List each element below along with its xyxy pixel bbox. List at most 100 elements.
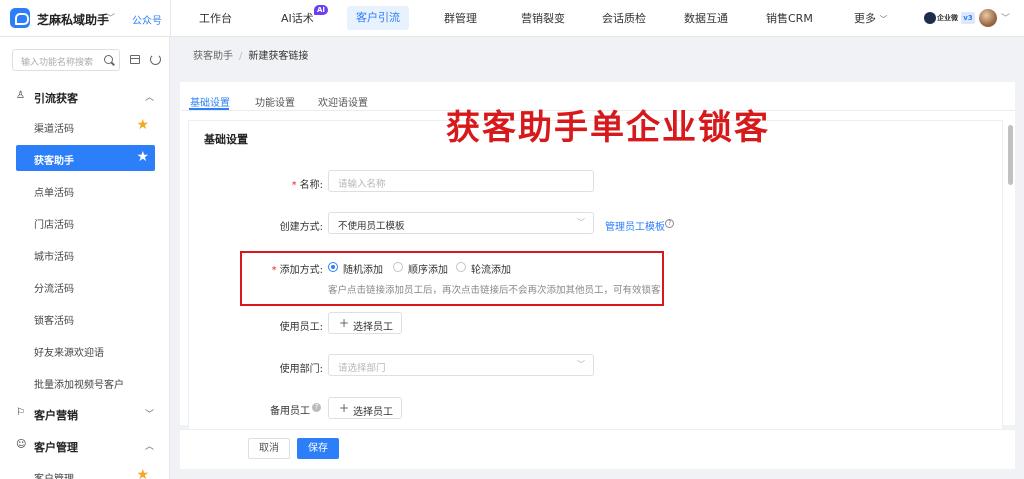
sidebar-group-lead-acquisition[interactable]: ♙ 引流获客 ︿: [0, 86, 170, 108]
flag-icon: ⚐: [16, 407, 25, 418]
radio-round-robin-add-label[interactable]: 轮流添加: [471, 261, 511, 276]
nav-marketing-fission[interactable]: 营销裂变: [521, 0, 565, 37]
sidebar-group-customer-marketing[interactable]: ⚐ 客户营销 ﹀: [0, 403, 170, 425]
add-method-label: * 添加方式:: [203, 261, 323, 276]
select-staff-button[interactable]: + 选择员工: [328, 312, 402, 334]
user-add-icon: ♙: [16, 90, 25, 101]
sidebar-search-input[interactable]: 输入功能名称搜索: [12, 49, 120, 71]
sidebar-group-label: 引流获客: [34, 92, 78, 105]
select-backup-staff-button[interactable]: + 选择员工: [328, 397, 402, 419]
nav-ai-script[interactable]: AI话术: [281, 0, 314, 37]
chevron-down-icon: ﹀: [879, 15, 888, 24]
help-icon[interactable]: ?: [312, 403, 321, 412]
manage-staff-template-link[interactable]: 管理员工模板: [605, 218, 665, 233]
tab-welcome-settings[interactable]: 欢迎语设置: [318, 94, 368, 109]
sidebar-item-city-qrcode[interactable]: 城市活码: [16, 241, 155, 267]
active-tab-indicator: [189, 108, 229, 110]
sidebar-item-batch-add-video-customers[interactable]: 批量添加视频号客户: [16, 369, 155, 395]
sidebar-item-label: 批量添加视频号客户: [34, 380, 124, 391]
name-label: * 名称:: [203, 176, 323, 191]
chevron-up-icon: ︿: [145, 93, 155, 103]
highlight-box: [240, 251, 664, 306]
radio-round-robin-add[interactable]: [456, 262, 466, 272]
gzh-link[interactable]: 公众号: [132, 12, 162, 27]
sidebar-item-label: 客户管理: [34, 470, 74, 479]
chevron-down-icon: ﹀: [577, 360, 585, 369]
sidebar: 输入功能名称搜索 ♙ 引流获客 ︿ 渠道活码 ★ 获客助手 ★ 点单活码 门店活…: [0, 37, 170, 479]
nav-session-qc[interactable]: 会话质检: [602, 0, 646, 37]
cancel-button[interactable]: 取消: [248, 438, 290, 459]
breadcrumb-current: 新建获客链接: [248, 51, 309, 62]
nav-more-label: 更多: [854, 12, 876, 25]
app-switch-chevron-icon[interactable]: ﹀: [106, 11, 115, 24]
overlay-annotation-title: 获客助手单企业锁客: [446, 108, 770, 148]
nav-customer-acquisition[interactable]: 客户引流: [347, 6, 409, 30]
star-icon[interactable]: ★: [136, 149, 149, 165]
sidebar-item-label: 分流活码: [34, 284, 74, 295]
plus-icon: +: [339, 316, 350, 330]
create-method-label: 创建方式:: [279, 222, 323, 233]
sidebar-item-label: 好友来源欢迎语: [34, 348, 104, 359]
sidebar-group-label: 客户管理: [34, 441, 78, 454]
chevron-down-icon: ﹀: [145, 410, 155, 420]
top-bar: 芝麻私域助手 ﹀ 公众号 工作台 AI话术 AI 客户引流 群管理 营销裂变 会…: [0, 0, 1024, 37]
search-icon[interactable]: [104, 55, 113, 64]
nav-data-sync[interactable]: 数据互通: [684, 0, 728, 37]
radio-sequential-add[interactable]: [393, 262, 403, 272]
create-method-select[interactable]: 不使用员工模板 ﹀: [328, 212, 594, 234]
chevron-up-icon: ︿: [145, 442, 155, 452]
user-menu-chevron-icon[interactable]: ﹀: [1001, 11, 1010, 24]
sidebar-item-acquisition-assistant[interactable]: 获客助手 ★: [16, 145, 155, 171]
app-name[interactable]: 芝麻私域助手: [37, 11, 109, 28]
add-method-label-text: 添加方式:: [279, 265, 323, 276]
wecom-label: 企业微: [937, 14, 958, 22]
sidebar-item-split-qrcode[interactable]: 分流活码: [16, 273, 155, 299]
avatar[interactable]: [979, 9, 997, 27]
star-icon[interactable]: ★: [136, 467, 149, 479]
required-mark: *: [291, 180, 297, 191]
use-staff-label: 使用员工:: [279, 322, 323, 333]
nav-workbench[interactable]: 工作台: [199, 0, 232, 37]
radio-sequential-add-label[interactable]: 顺序添加: [408, 261, 448, 276]
sidebar-item-channel-qrcode[interactable]: 渠道活码 ★: [16, 113, 155, 139]
name-label-text: 名称:: [299, 180, 323, 191]
wecom-icon: [924, 12, 936, 24]
star-icon[interactable]: ★: [136, 117, 149, 133]
sidebar-item-lock-qrcode[interactable]: 锁客活码: [16, 305, 155, 331]
divider: [170, 0, 171, 37]
department-select[interactable]: 请选择部门 ﹀: [328, 354, 594, 376]
name-placeholder: 请输入名称: [338, 179, 386, 190]
history-icon[interactable]: [150, 54, 161, 65]
nav-sales-crm[interactable]: 销售CRM: [766, 0, 813, 37]
select-staff-label: 选择员工: [353, 322, 393, 333]
app-logo-icon[interactable]: [10, 8, 30, 28]
required-mark: *: [271, 265, 277, 276]
sidebar-item-friend-source-welcome[interactable]: 好友来源欢迎语: [16, 337, 155, 363]
sidebar-item-order-qrcode[interactable]: 点单活码: [16, 177, 155, 203]
scrollbar-thumb[interactable]: [1008, 125, 1013, 185]
name-input[interactable]: 请输入名称: [328, 170, 594, 192]
breadcrumb-parent[interactable]: 获客助手: [193, 51, 233, 62]
sidebar-item-label: 门店活码: [34, 220, 74, 231]
backup-staff-label: 备用员工: [270, 406, 310, 417]
ai-badge: AI: [314, 5, 329, 15]
sidebar-group-customer-management[interactable]: ☺ 客户管理 ︿: [0, 435, 170, 457]
save-button[interactable]: 保存: [297, 438, 339, 459]
radio-random-add[interactable]: [328, 262, 338, 272]
add-method-hint: 客户点击链接添加员工后，再次点击链接后不会再次添加其他员工，可有效锁客: [328, 285, 661, 296]
radio-random-add-label[interactable]: 随机添加: [343, 261, 383, 276]
collapse-panel-icon[interactable]: [130, 55, 140, 64]
breadcrumb-separator: /: [239, 51, 243, 62]
tab-function-settings[interactable]: 功能设置: [255, 94, 295, 109]
nav-more[interactable]: 更多 ﹀: [854, 0, 888, 37]
help-icon[interactable]: ?: [665, 219, 674, 228]
select-backup-staff-label: 选择员工: [353, 407, 393, 418]
sidebar-item-customer-management[interactable]: 客户管理 ★: [16, 463, 155, 479]
sidebar-item-store-qrcode[interactable]: 门店活码: [16, 209, 155, 235]
breadcrumb: 获客助手 / 新建获客链接: [193, 47, 308, 62]
nav-group-management[interactable]: 群管理: [444, 0, 477, 37]
tab-basic-settings[interactable]: 基础设置: [190, 94, 230, 109]
use-dept-label: 使用部门:: [279, 364, 323, 375]
search-placeholder: 输入功能名称搜索: [21, 58, 94, 68]
section-title: 基础设置: [204, 133, 248, 146]
